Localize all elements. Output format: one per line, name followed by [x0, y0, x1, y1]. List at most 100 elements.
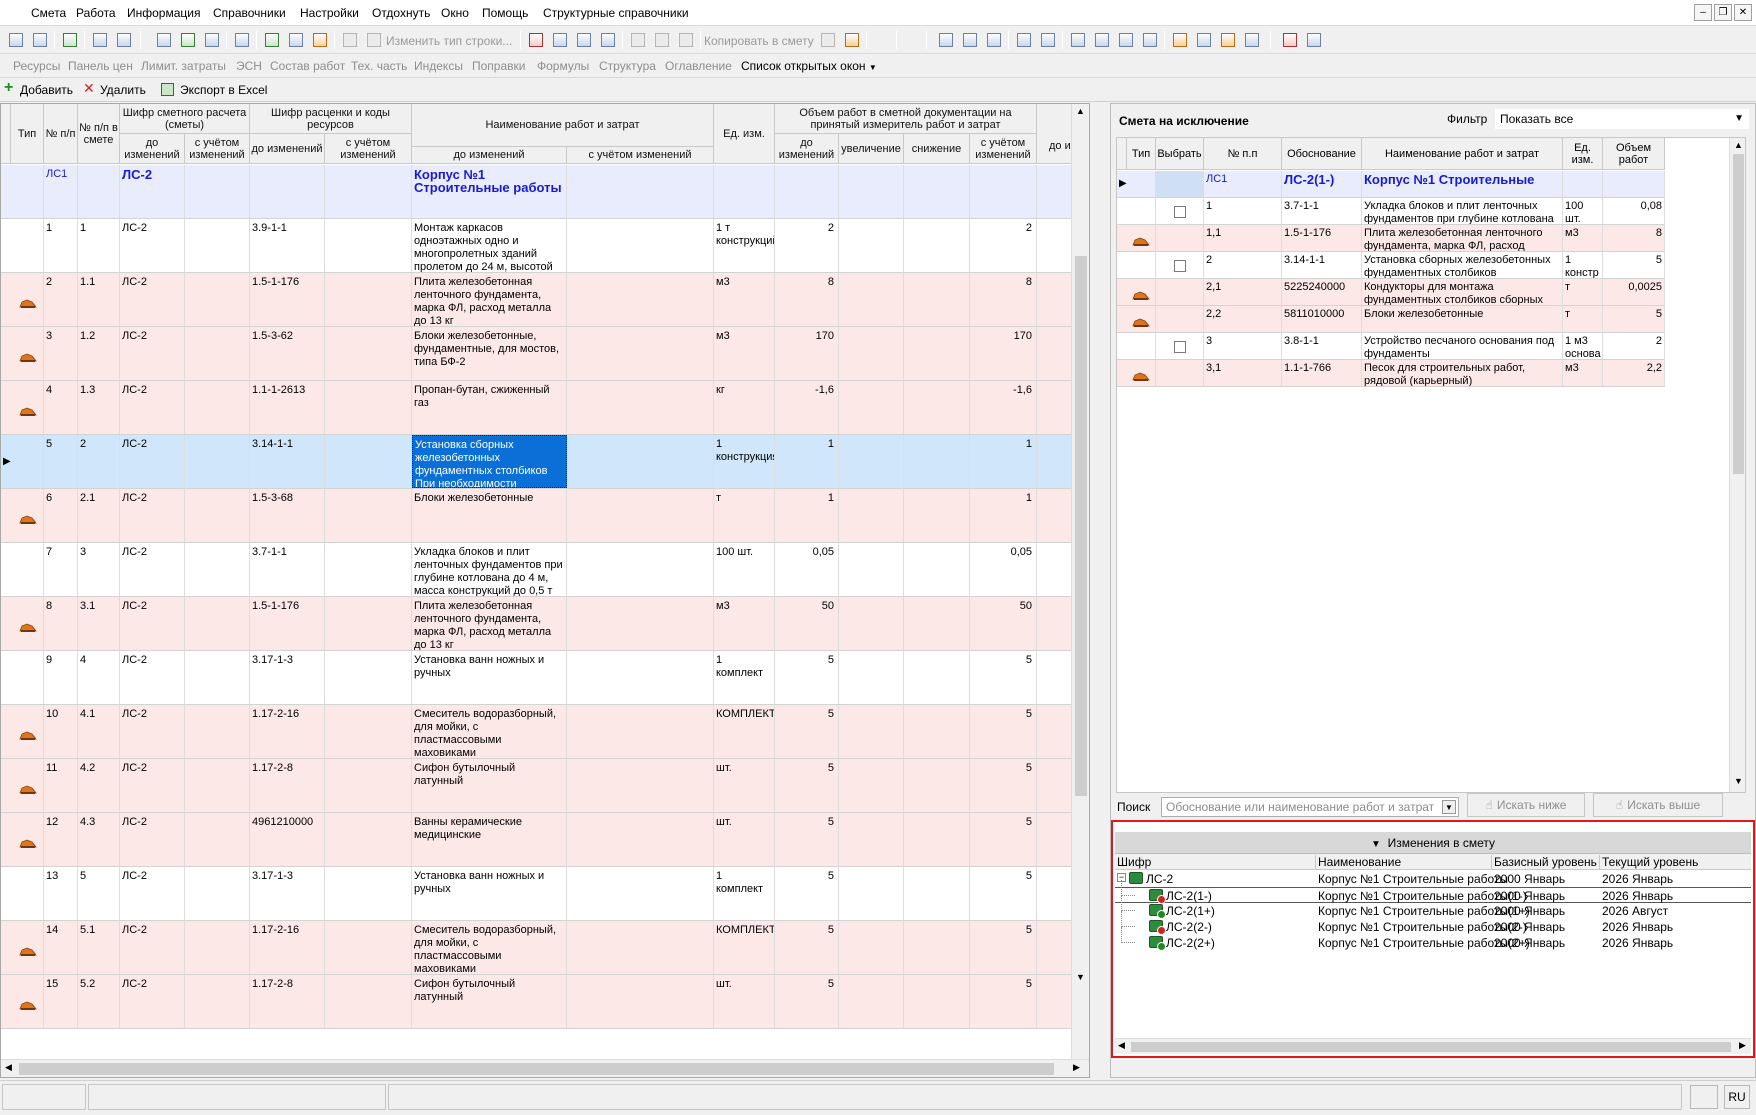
rcell-name[interactable]: Устройство песчаного основания под фунда…: [1362, 333, 1563, 359]
cell-np[interactable]: 8: [44, 597, 78, 650]
delete-button[interactable]: Удалить: [100, 83, 146, 97]
rheader-basis[interactable]: Обоснование: [1282, 138, 1362, 170]
list-check-icon[interactable]: [1038, 30, 1058, 50]
cell-empty[interactable]: [904, 219, 970, 272]
book-red-icon[interactable]: [1280, 30, 1300, 50]
cell-rate[interactable]: 1.17-2-16: [250, 705, 325, 758]
tab-contents[interactable]: Оглавление: [665, 59, 732, 73]
cell-vb[interactable]: 0,05: [775, 543, 839, 596]
rcell-empty[interactable]: [1156, 171, 1204, 197]
cell-empty[interactable]: [185, 327, 250, 380]
tree-expand-icon[interactable]: [6, 30, 26, 50]
scroll-left-icon[interactable]: ◀: [1118, 1040, 1125, 1051]
cell-empty[interactable]: [185, 543, 250, 596]
cell-empty[interactable]: [839, 489, 904, 542]
list-item[interactable]: 3,1 1.1-1-766 Песок для строительных работ…: [1117, 360, 1665, 387]
scroll-left-icon[interactable]: ◀: [5, 1062, 12, 1073]
rcell-basis[interactable]: 1.5-1-176: [1282, 225, 1362, 251]
cell-empty[interactable]: [839, 435, 904, 488]
col-name[interactable]: Наименование: [1315, 855, 1401, 869]
tab-work-composition[interactable]: Состав работ: [270, 59, 345, 73]
menu-okno[interactable]: Окно: [441, 6, 469, 20]
truck-icon[interactable]: [1194, 30, 1214, 50]
cell-vb[interactable]: 1: [775, 489, 839, 542]
cell-empty[interactable]: [325, 489, 412, 542]
cell-nest[interactable]: 5: [78, 867, 120, 920]
menu-strukturnye-spravochniki[interactable]: Структурные справочники: [543, 6, 689, 20]
cell-name[interactable]: Ванны керамические медицинские: [412, 813, 567, 866]
cell-np[interactable]: 5: [44, 435, 78, 488]
cell-nest[interactable]: 1: [78, 219, 120, 272]
scroll-down-icon[interactable]: ▼: [1076, 972, 1085, 982]
cell-unit[interactable]: 1 т конструкций: [714, 219, 775, 272]
cell-empty[interactable]: [567, 813, 714, 866]
rcell-empty[interactable]: [1127, 171, 1156, 197]
changes-hscroll[interactable]: ◀ ▶: [1115, 1038, 1751, 1054]
cell-rate[interactable]: 3.7-1-1: [250, 543, 325, 596]
save-icon[interactable]: [154, 30, 174, 50]
rcell-unit[interactable]: т: [1563, 279, 1603, 305]
calculator-icon[interactable]: [90, 30, 110, 50]
cell-code[interactable]: ЛС-2: [120, 219, 185, 272]
cell-empty[interactable]: [839, 651, 904, 704]
cell-nest[interactable]: 2.1: [78, 489, 120, 542]
tab-price-panel[interactable]: Панель цен: [68, 59, 133, 73]
outdent-1-icon[interactable]: [1116, 30, 1136, 50]
cell-unit[interactable]: шт.: [714, 813, 775, 866]
rcell-empty[interactable]: [1127, 252, 1156, 278]
cell-np[interactable]: 2: [44, 273, 78, 326]
cell-empty[interactable]: [567, 273, 714, 326]
cell-nest[interactable]: 4.2: [78, 759, 120, 812]
cell-empty[interactable]: [325, 921, 412, 974]
scroll-up-icon[interactable]: ▲: [1076, 106, 1085, 116]
cell-empty[interactable]: [185, 381, 250, 434]
tab-resources[interactable]: Ресурсы: [13, 59, 60, 73]
cell-vb[interactable]: [775, 165, 839, 218]
cell-empty[interactable]: [185, 921, 250, 974]
cell-code[interactable]: ЛС-2: [120, 813, 185, 866]
cell-empty[interactable]: [904, 489, 970, 542]
rcell-name[interactable]: Плита железобетонная ленточного фундамен…: [1362, 225, 1563, 251]
cell-va[interactable]: 5: [970, 759, 1037, 812]
list-item[interactable]: 2 3.14-1-1 Установка сборных железобетонны…: [1117, 252, 1665, 279]
rcell-basis[interactable]: ЛС-2(1-): [1282, 171, 1362, 197]
cell-vb[interactable]: 5: [775, 921, 839, 974]
rcell-np[interactable]: ЛС1: [1204, 171, 1282, 197]
rcell-vol[interactable]: 2,2: [1603, 360, 1665, 386]
hammer-icon[interactable]: [1170, 30, 1190, 50]
rcell-name[interactable]: Блоки железобетонные: [1362, 306, 1563, 332]
cell-code[interactable]: ЛС-2: [120, 867, 185, 920]
cell-empty[interactable]: [185, 759, 250, 812]
cell-np[interactable]: 4: [44, 381, 78, 434]
cell-unit[interactable]: м3: [714, 327, 775, 380]
cell-code[interactable]: ЛС-2: [120, 543, 185, 596]
col-current[interactable]: Текущий уровень: [1599, 855, 1698, 869]
rcell-unit[interactable]: т: [1563, 306, 1603, 332]
change-type-icon[interactable]: [364, 30, 384, 50]
list-icon[interactable]: [1014, 30, 1034, 50]
cell-empty[interactable]: [325, 543, 412, 596]
cell-empty[interactable]: [567, 975, 714, 1028]
rcell-vol[interactable]: 2: [1603, 333, 1665, 359]
rheader-unit[interactable]: Ед. изм.: [1563, 138, 1603, 170]
indent-1-icon[interactable]: [1068, 30, 1088, 50]
cell-unit[interactable]: [714, 165, 775, 218]
cell-empty[interactable]: [567, 759, 714, 812]
chevron-down-icon[interactable]: ▼: [1442, 800, 1456, 814]
tree-row[interactable]: ЛС-2(2-) Корпус №1 Строительные работы(2-…: [1115, 911, 1751, 935]
list-item[interactable]: 2,1 5225240000 Кондукторы для монтажа фунд…: [1117, 279, 1665, 306]
cell-nest[interactable]: 3: [78, 543, 120, 596]
search-up-button[interactable]: ☝ Искать выше: [1593, 793, 1723, 817]
rcell-empty[interactable]: [1127, 198, 1156, 224]
cell-name[interactable]: Установка ванн ножных и ручных: [412, 651, 567, 704]
cell-empty[interactable]: [904, 597, 970, 650]
cell-empty[interactable]: [839, 273, 904, 326]
cell-empty[interactable]: [839, 219, 904, 272]
cell-empty[interactable]: [185, 597, 250, 650]
delete-icon[interactable]: [526, 30, 546, 50]
cell-empty[interactable]: [185, 435, 250, 488]
cell-unit[interactable]: м3: [714, 273, 775, 326]
cell-empty[interactable]: [904, 165, 970, 218]
cell-name[interactable]: Корпус №1 Строительные работы: [412, 165, 567, 218]
header-name-after[interactable]: с учётом изменений: [567, 147, 714, 164]
